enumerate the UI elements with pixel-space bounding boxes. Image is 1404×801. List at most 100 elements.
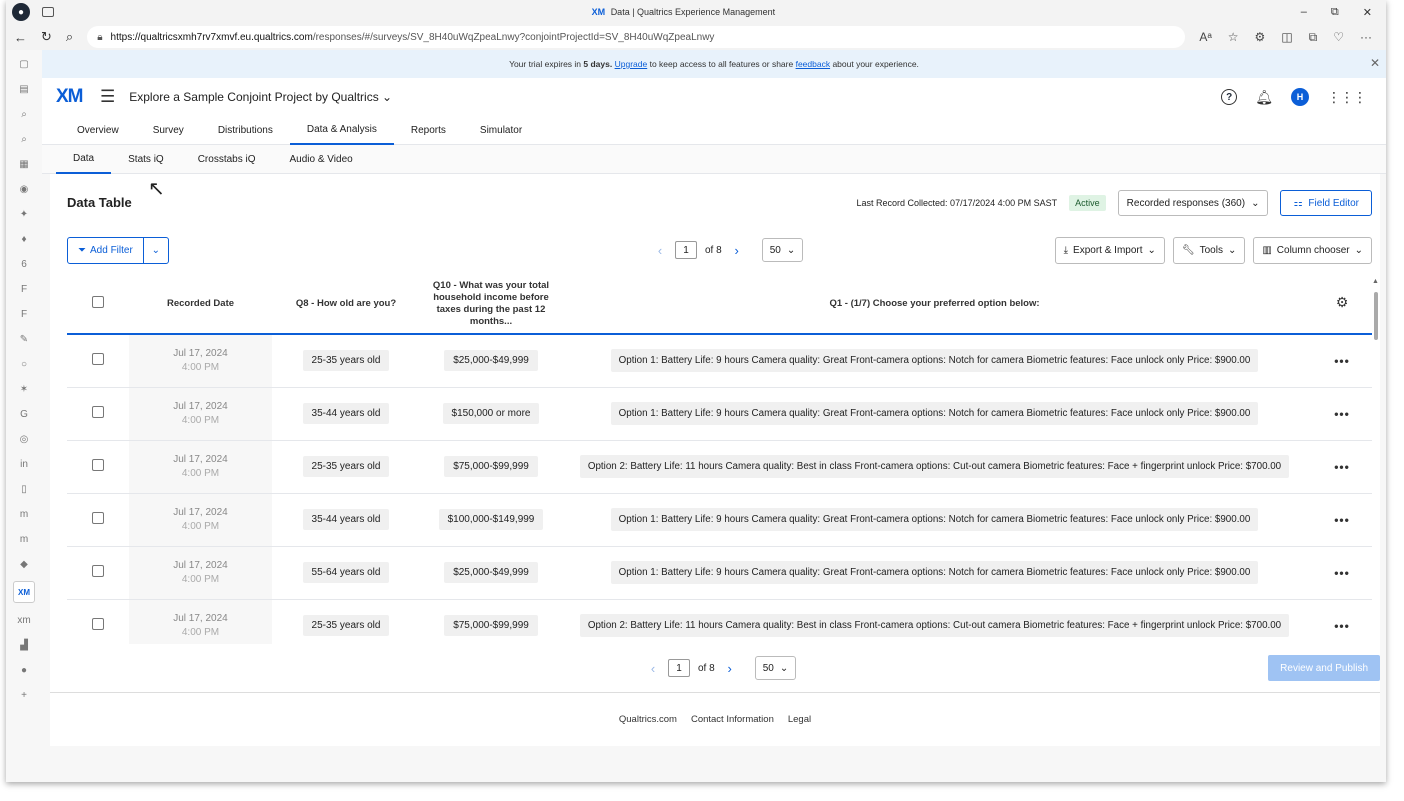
page-size-select[interactable]: 50 ⌄	[754, 656, 797, 680]
tab-actions-icon[interactable]	[42, 7, 54, 17]
table-row[interactable]: Jul 17, 2024 4:00 PM 25-35 years old $75…	[67, 440, 1372, 494]
xm-app-icon[interactable]: xm	[16, 612, 32, 628]
app-f-icon[interactable]: F	[16, 306, 32, 322]
next-page-icon[interactable]: ›	[730, 243, 744, 258]
drop-icon[interactable]: ♦	[16, 231, 32, 247]
read-aloud-icon[interactable]: Aᵃ	[1199, 30, 1211, 45]
banner-close-icon[interactable]: ✕	[1370, 56, 1380, 70]
app-grid-icon[interactable]: ⋮⋮⋮	[1327, 89, 1367, 106]
split-screen-icon[interactable]: ◫	[1281, 30, 1292, 45]
table-row[interactable]: Jul 17, 2024 4:00 PM 35-44 years old $10…	[67, 493, 1372, 547]
tab-simulator[interactable]: Simulator	[463, 116, 539, 145]
notifications-bell-icon[interactable]: 🔔︎	[1255, 89, 1273, 106]
column-header-q8[interactable]: Q8 - How old are you?	[272, 274, 420, 335]
export-import-button[interactable]: ⤓ Export & Import ⌄	[1054, 237, 1165, 264]
close-button[interactable]: ✕	[1363, 6, 1372, 19]
add-icon[interactable]: +	[16, 687, 32, 703]
m-app-icon[interactable]: m	[16, 531, 32, 547]
column-header-recorded-date[interactable]: Recorded Date	[129, 274, 272, 335]
tab-survey[interactable]: Survey	[136, 116, 201, 145]
m-app-icon[interactable]: m	[16, 506, 32, 522]
tab-overview[interactable]: Overview	[60, 116, 136, 145]
previous-page-icon[interactable]: ‹	[646, 661, 660, 676]
news-icon[interactable]: ▤	[16, 81, 32, 97]
row-actions-icon[interactable]: •••	[1334, 566, 1350, 580]
subtab-crosstabs-iq[interactable]: Crosstabs iQ	[181, 145, 273, 174]
previous-page-icon[interactable]: ‹	[653, 243, 667, 258]
scroll-up-icon[interactable]: ▲	[1372, 278, 1379, 285]
table-row[interactable]: Jul 17, 2024 4:00 PM 55-64 years old $25…	[67, 546, 1372, 600]
row-actions-icon[interactable]: •••	[1334, 619, 1350, 633]
row-checkbox[interactable]	[92, 406, 104, 418]
search-icon[interactable]: ⌕	[66, 29, 73, 45]
table-scrollbar[interactable]: ▲	[1372, 278, 1380, 644]
extensions-icon[interactable]: ⚙	[1255, 30, 1266, 45]
browser-profile-icon[interactable]: ●	[12, 3, 30, 21]
maximize-button[interactable]: ⧉	[1331, 6, 1339, 19]
tab-reports[interactable]: Reports	[394, 116, 463, 145]
page-size-select[interactable]: 50 ⌄	[761, 238, 804, 262]
footer-link-qualtrics[interactable]: Qualtrics.com	[619, 714, 677, 725]
row-checkbox[interactable]	[92, 512, 104, 524]
app-f-icon[interactable]: F	[16, 281, 32, 297]
minimize-button[interactable]: –	[1301, 6, 1307, 19]
back-arrow-icon[interactable]: ←	[14, 30, 27, 45]
footer-link-legal[interactable]: Legal	[788, 714, 811, 725]
scrollbar-thumb[interactable]	[1374, 292, 1378, 340]
column-header-q1[interactable]: Q1 - (1/7) Choose your preferred option …	[562, 274, 1307, 335]
project-selector[interactable]: Explore a Sample Conjoint Project by Qua…	[129, 90, 392, 104]
favorite-star-icon[interactable]: ☆	[1228, 30, 1239, 45]
record-icon[interactable]: ◎	[16, 431, 32, 447]
star-icon[interactable]: ✶	[16, 381, 32, 397]
row-checkbox[interactable]	[92, 353, 104, 366]
leaf-icon[interactable]: ✦	[16, 206, 32, 222]
circle-app-icon[interactable]: ◉	[16, 181, 32, 197]
feedback-link[interactable]: feedback	[796, 59, 831, 69]
add-filter-button[interactable]: ⏷ Add Filter	[68, 238, 144, 263]
tools-button[interactable]: 🔧︎ Tools ⌄	[1172, 237, 1246, 264]
row-actions-icon[interactable]: •••	[1334, 460, 1350, 474]
row-actions-icon[interactable]: •••	[1334, 354, 1350, 368]
avatar[interactable]: H	[1291, 88, 1309, 106]
footer-link-contact[interactable]: Contact Information	[691, 714, 774, 725]
tabs-icon[interactable]: ▢	[16, 56, 32, 72]
xm-logo[interactable]: XM	[56, 86, 96, 108]
subtab-audio-video[interactable]: Audio & Video	[273, 145, 370, 174]
column-header-q10[interactable]: Q10 - What was your total household inco…	[420, 274, 562, 335]
row-checkbox[interactable]	[92, 459, 104, 471]
hamburger-menu-icon[interactable]: ☰	[100, 87, 115, 107]
tab-distributions[interactable]: Distributions	[201, 116, 290, 145]
page-number-input[interactable]: 1	[675, 241, 697, 259]
subtab-stats-iq[interactable]: Stats iQ	[111, 145, 181, 174]
row-actions-icon[interactable]: •••	[1334, 513, 1350, 527]
app-6-icon[interactable]: 6	[16, 256, 32, 272]
select-all-checkbox[interactable]	[92, 295, 104, 308]
help-icon[interactable]: ?	[1221, 89, 1238, 105]
subtab-data[interactable]: Data	[56, 145, 112, 174]
xm-app-icon[interactable]: XM	[13, 581, 35, 603]
google-icon[interactable]: G	[16, 406, 32, 422]
circle-icon[interactable]: ○	[16, 356, 32, 372]
table-row[interactable]: Jul 17, 2024 4:00 PM 25-35 years old $25…	[67, 334, 1372, 388]
document-icon[interactable]: ▯	[16, 481, 32, 497]
row-checkbox[interactable]	[92, 565, 104, 577]
search-icon[interactable]: ⌕	[16, 106, 32, 122]
recorded-responses-select[interactable]: Recorded responses (360) ⌄	[1117, 190, 1269, 216]
upgrade-link[interactable]: Upgrade	[615, 59, 648, 69]
teams-icon[interactable]: ◆	[16, 556, 32, 572]
next-page-icon[interactable]: ›	[723, 661, 737, 676]
table-row[interactable]: Jul 17, 2024 4:00 PM 35-44 years old $15…	[67, 387, 1372, 441]
browser-essentials-icon[interactable]: ♡	[1333, 30, 1344, 45]
review-and-publish-button[interactable]: Review and Publish	[1268, 655, 1380, 681]
collections-icon[interactable]: ⧉	[1309, 30, 1318, 45]
column-chooser-button[interactable]: ▥ Column chooser ⌄	[1253, 237, 1372, 264]
more-icon[interactable]: ···	[1360, 30, 1372, 45]
coin-icon[interactable]: ●	[16, 662, 32, 678]
table-row[interactable]: Jul 17, 2024 4:00 PM 25-35 years old $75…	[67, 599, 1372, 644]
page-number-input[interactable]: 1	[668, 659, 690, 677]
linkedin-icon[interactable]: in	[16, 456, 32, 472]
field-editor-button[interactable]: ⚏ Field Editor	[1280, 190, 1372, 216]
pen-icon[interactable]: ✎	[16, 331, 32, 347]
refresh-icon[interactable]: ↻	[41, 29, 52, 45]
table-settings-gear-icon[interactable]: ⚙	[1336, 294, 1349, 310]
